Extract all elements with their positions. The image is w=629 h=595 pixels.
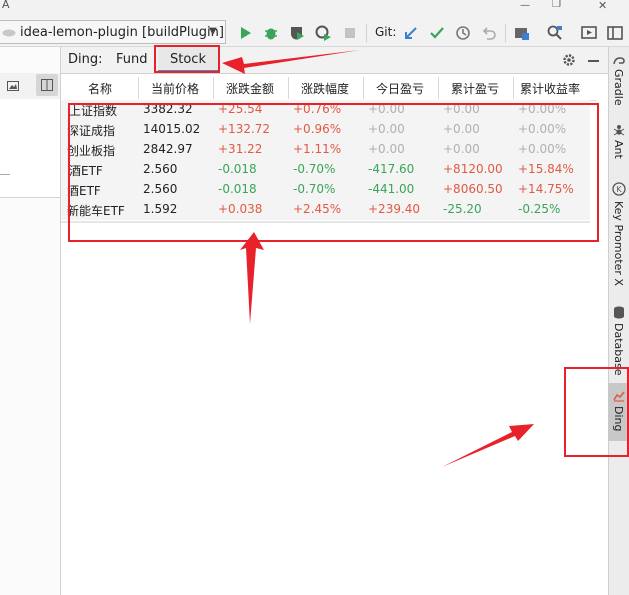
arrow-to-table xyxy=(240,232,264,324)
arrow-to-stock-tab xyxy=(222,50,360,74)
arrow-to-ding xyxy=(442,424,534,467)
annotation-arrows xyxy=(222,50,534,467)
